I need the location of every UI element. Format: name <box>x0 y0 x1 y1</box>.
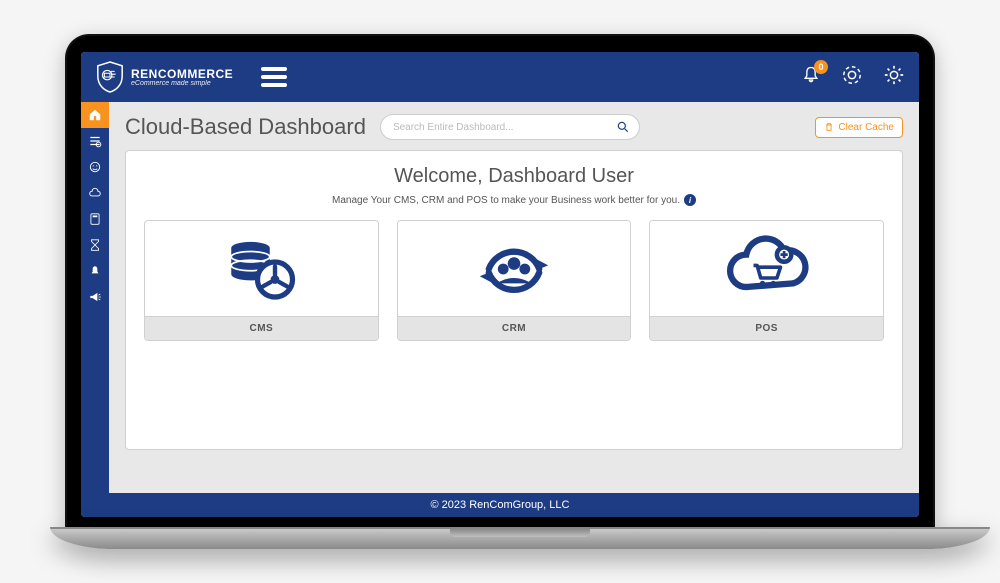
laptop-frame: RENCOMMERCE eCommerce made simple <box>50 34 950 549</box>
sidebar-item-cms[interactable] <box>81 128 109 154</box>
trash-icon <box>824 122 834 132</box>
footer: © 2023 RenComGroup, LLC <box>81 493 919 517</box>
sidebar-item-reports[interactable] <box>81 206 109 232</box>
layers-icon <box>88 134 102 148</box>
settings-button[interactable] <box>883 64 905 91</box>
card-pos-label: POS <box>650 316 883 340</box>
search-icon <box>616 120 630 134</box>
welcome-subtitle: Manage Your CMS, CRM and POS to make you… <box>332 195 680 206</box>
help-button[interactable] <box>841 64 863 91</box>
cloud-icon <box>88 186 102 200</box>
menu-toggle-button[interactable] <box>261 63 287 91</box>
footer-copyright: © 2023 RenComGroup, LLC <box>431 499 570 511</box>
calculator-icon <box>88 212 102 226</box>
sidebar-item-home[interactable] <box>81 102 109 128</box>
info-icon[interactable]: i <box>684 194 696 206</box>
sidebar-item-alerts[interactable] <box>81 258 109 284</box>
screen-bezel: RENCOMMERCE eCommerce made simple <box>65 34 935 527</box>
people-sync-icon <box>469 231 559 307</box>
hourglass-icon <box>88 238 102 252</box>
sidebar-item-announcements[interactable] <box>81 284 109 310</box>
shield-icon <box>95 60 125 94</box>
brand-text: RENCOMMERCE eCommerce made simple <box>131 68 233 87</box>
welcome-subtitle-row: Manage Your CMS, CRM and POS to make you… <box>144 194 884 206</box>
search-wrap <box>380 114 640 140</box>
cloud-cart-icon <box>717 233 817 305</box>
megaphone-icon <box>88 290 102 304</box>
card-crm[interactable]: CRM <box>397 220 632 341</box>
page-title: Cloud-Based Dashboard <box>125 114 366 140</box>
sidebar <box>81 102 109 493</box>
dashboard-cards: CMS <box>144 220 884 341</box>
screen: RENCOMMERCE eCommerce made simple <box>81 52 919 517</box>
home-icon <box>88 108 102 122</box>
sidebar-item-pos[interactable] <box>81 180 109 206</box>
notifications-button[interactable]: 0 <box>801 65 821 90</box>
card-crm-label: CRM <box>398 316 631 340</box>
top-navbar: RENCOMMERCE eCommerce made simple <box>81 52 919 102</box>
clear-cache-label: Clear Cache <box>838 122 894 133</box>
sidebar-item-crm[interactable] <box>81 154 109 180</box>
card-cms-label: CMS <box>145 316 378 340</box>
clear-cache-button[interactable]: Clear Cache <box>815 117 903 138</box>
welcome-title: Welcome, Dashboard User <box>144 165 884 188</box>
hamburger-icon <box>261 67 287 71</box>
brand-name-suffix: COMMERCE <box>158 67 233 81</box>
brand-logo[interactable]: RENCOMMERCE eCommerce made simple <box>95 60 233 94</box>
search-input[interactable] <box>380 114 640 140</box>
card-cms[interactable]: CMS <box>144 220 379 341</box>
face-icon <box>88 160 102 174</box>
brand-tagline: eCommerce made simple <box>131 80 233 87</box>
header-row: Cloud-Based Dashboard Clear Cache <box>109 102 919 150</box>
brand-name-prefix: REN <box>131 67 158 81</box>
lifebuoy-icon <box>841 64 863 86</box>
card-pos[interactable]: POS <box>649 220 884 341</box>
welcome-panel: Welcome, Dashboard User Manage Your CMS,… <box>125 150 903 450</box>
notification-badge: 0 <box>814 60 828 74</box>
bell-small-icon <box>88 264 102 278</box>
database-steering-icon <box>216 234 306 304</box>
laptop-base <box>50 527 990 549</box>
main-content: Cloud-Based Dashboard Clear Cache Welcom… <box>109 102 919 493</box>
gear-icon <box>883 64 905 86</box>
sidebar-item-activity[interactable] <box>81 232 109 258</box>
